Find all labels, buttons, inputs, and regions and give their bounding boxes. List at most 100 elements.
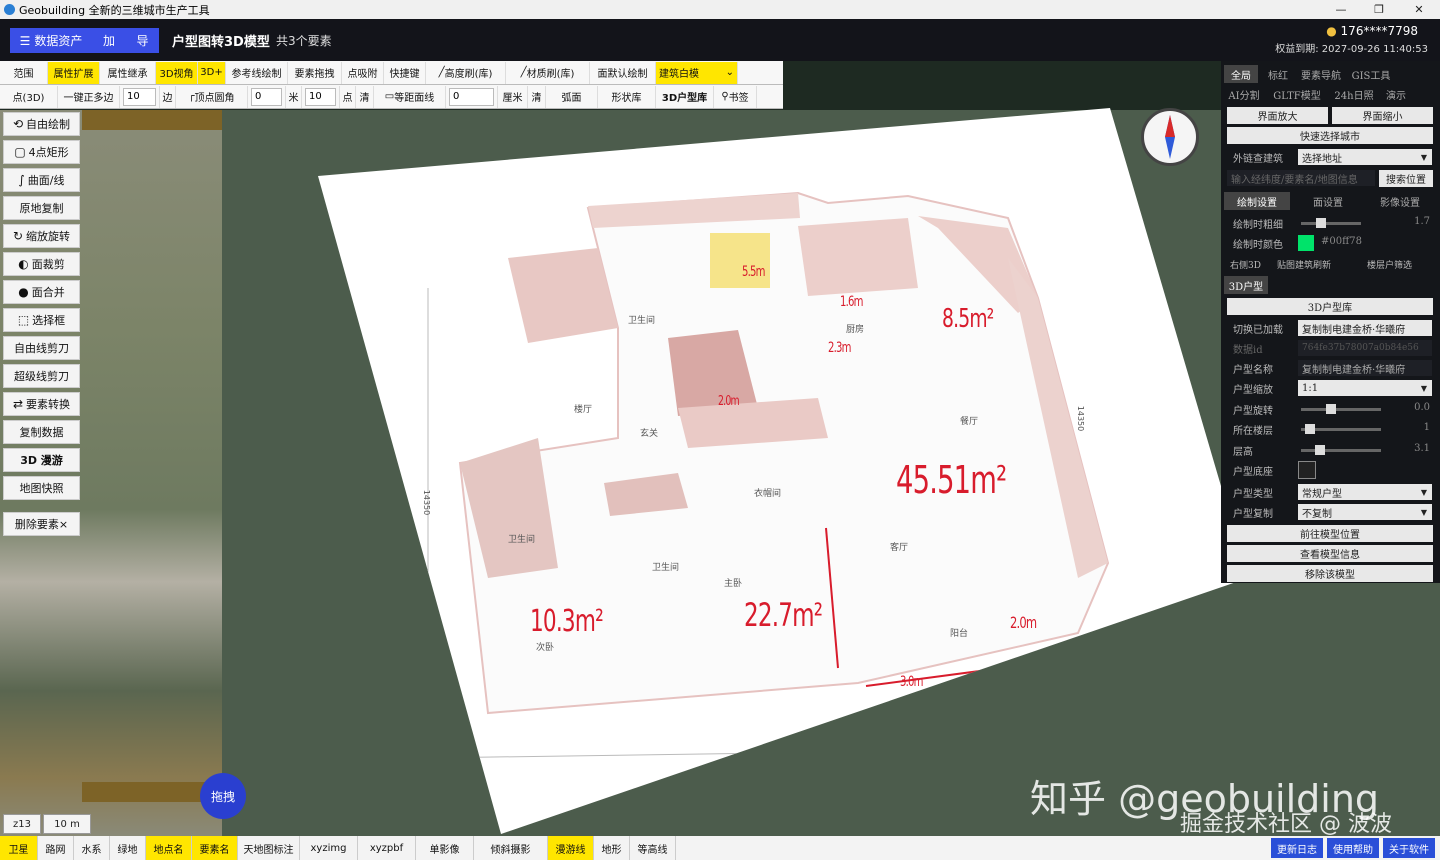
layer-place-names[interactable]: 地点名 (146, 836, 192, 860)
layer-oblique[interactable]: 倾斜摄影 (474, 836, 548, 860)
tool-3d-view[interactable]: 3D视角 (156, 61, 198, 84)
layer-roam-line[interactable]: 漫游线 (548, 836, 594, 860)
building-type-select[interactable]: 建筑白模 ⌄ (656, 61, 738, 84)
goto-model-button[interactable]: 前往模型位置 (1227, 525, 1433, 542)
layer-single-image[interactable]: 单影像 (416, 836, 474, 860)
tool-face-merge[interactable]: ● 面合并 (3, 280, 80, 304)
help-button[interactable]: 使用帮助 (1327, 838, 1379, 858)
height-slider[interactable] (1301, 445, 1381, 455)
add-button[interactable]: 加 (92, 28, 126, 53)
quick-city-button[interactable]: 快速选择城市 (1227, 127, 1433, 144)
tool-snapshot[interactable]: 地图快照 (3, 476, 80, 500)
thickness-knob[interactable] (1316, 218, 1326, 228)
height-knob[interactable] (1315, 445, 1325, 455)
tool-guideline[interactable]: 参考线绘制 (226, 61, 288, 84)
tool-copy-data[interactable]: 复制数据 (3, 420, 80, 444)
rotate-slider[interactable] (1301, 404, 1381, 414)
tool-vertex-round[interactable]: ┌ 顶点圆角 (176, 85, 248, 108)
tool-arc[interactable]: 弧面 (546, 85, 598, 108)
tool-delete-feature[interactable]: 删除要素× (3, 512, 80, 536)
tool-4pt-rect[interactable]: ▢ 4点矩形 (3, 140, 80, 164)
tool-point-3d[interactable]: 点(3D) (0, 85, 58, 108)
tool-material-brush[interactable]: ╱ 材质刷(库) (506, 61, 590, 84)
equidistant-input[interactable] (446, 85, 498, 108)
tab-gltf[interactable]: GLTF模型 (1267, 85, 1327, 103)
tool-snap[interactable]: 点吸附 (342, 61, 384, 84)
scale-select[interactable]: 1:1 ▼ (1298, 380, 1432, 396)
layer-roads[interactable]: 路网 (38, 836, 74, 860)
snap-field[interactable] (305, 87, 336, 106)
polygon-sides-input[interactable] (120, 85, 160, 108)
layer-water[interactable]: 水系 (74, 836, 110, 860)
tool-attr-inherit[interactable]: 属性继承 (100, 61, 156, 84)
clear2-button[interactable]: 清 (528, 85, 546, 108)
tool-drag[interactable]: 要素拖拽 (288, 61, 342, 84)
minimize-button[interactable]: — (1322, 0, 1360, 19)
drag-button[interactable]: 拖拽 (200, 773, 246, 819)
tool-free-draw[interactable]: ⟲ 自由绘制 (3, 112, 80, 136)
search-location-button[interactable]: 搜索位置 (1379, 170, 1433, 187)
unit-library-button[interactable]: 3D户型库 (1227, 298, 1433, 315)
data-assets-button[interactable]: ☰ 数据资产 (10, 28, 92, 53)
tab-image-settings[interactable]: 影像设置 (1367, 192, 1433, 210)
color-swatch[interactable] (1298, 235, 1314, 251)
tab-gis-tools[interactable]: GIS工具 (1347, 65, 1395, 83)
layer-xyzpbf[interactable]: xyzpbf (358, 836, 416, 860)
layer-tianditu[interactable]: 天地图标注 (238, 836, 300, 860)
export-button[interactable]: 导 (126, 28, 159, 53)
ui-zoom-out-button[interactable]: 界面缩小 (1332, 107, 1433, 124)
tool-copy-in-place[interactable]: 原地复制 (3, 196, 80, 220)
clear-button[interactable]: 清 (356, 85, 374, 108)
layer-terrain[interactable]: 地形 (594, 836, 630, 860)
compass[interactable] (1141, 108, 1199, 166)
about-button[interactable]: 关于软件 (1383, 838, 1435, 858)
floor-slider[interactable] (1301, 424, 1381, 434)
link-refresh-texture[interactable]: 贴图建筑刷新 (1277, 258, 1331, 271)
tool-convert[interactable]: ⇄ 要素转换 (3, 392, 80, 416)
layer-green[interactable]: 绿地 (110, 836, 146, 860)
thickness-slider[interactable] (1301, 218, 1361, 228)
tab-mark-red[interactable]: 标红 (1261, 65, 1295, 83)
bookmark-button[interactable]: ⚲ 书签 (714, 85, 757, 108)
model-info-button[interactable]: 查看模型信息 (1227, 545, 1433, 562)
tool-shortcut[interactable]: 快捷键 (384, 61, 426, 84)
layer-satellite[interactable]: 卫星 (0, 836, 38, 860)
tool-super-scissors[interactable]: 超级线剪刀 (3, 364, 80, 388)
tab-draw-settings[interactable]: 绘制设置 (1224, 192, 1290, 210)
link-right-3d[interactable]: 右侧3D (1230, 258, 1261, 271)
type-select[interactable]: 常规户型 ▼ (1298, 484, 1432, 500)
snap-distance-input[interactable] (302, 85, 340, 108)
link-address-select[interactable]: 选择地址 ▼ (1298, 149, 1432, 165)
restore-button[interactable]: ❐ (1360, 0, 1398, 19)
tool-height-brush[interactable]: ╱ 高度刷(库) (426, 61, 506, 84)
sides-field[interactable] (123, 87, 156, 106)
corner-field[interactable] (251, 87, 282, 106)
changelog-button[interactable]: 更新日志 (1271, 838, 1323, 858)
tool-default-draw[interactable]: 面默认绘制 (590, 61, 656, 84)
tab-demo[interactable]: 演示 (1381, 85, 1411, 103)
unit-library-button[interactable]: 3D户型库 (656, 85, 714, 108)
close-button[interactable]: ✕ (1400, 0, 1438, 19)
tab-ai-seg[interactable]: AI分割 (1224, 85, 1264, 103)
search-input[interactable]: 输入经纬度/要素名/地图信息 (1227, 170, 1375, 186)
section-3d-unit[interactable]: 3D户型 (1224, 276, 1268, 294)
layer-xyzimg[interactable]: xyzimg (300, 836, 358, 860)
base-swatch[interactable] (1298, 461, 1316, 479)
tool-face-cut[interactable]: ◐ 面裁剪 (3, 252, 80, 276)
tool-range[interactable]: 范围 (0, 61, 48, 84)
link-floor-filter[interactable]: 楼层户筛选 (1367, 258, 1412, 271)
tool-equidistant[interactable]: ▭ 等距面线 (374, 85, 446, 108)
equidistant-field[interactable] (449, 87, 494, 106)
tool-3d-roam[interactable]: 3D 漫游 (3, 448, 80, 472)
floor-knob[interactable] (1304, 424, 1315, 434)
user-account[interactable]: ● 176****7798 (1326, 24, 1418, 38)
tool-free-scissors[interactable]: 自由线剪刀 (3, 336, 80, 360)
tab-sunlight[interactable]: 24h日照 (1329, 85, 1379, 103)
rotate-knob[interactable] (1325, 404, 1336, 414)
tab-face-settings[interactable]: 面设置 (1295, 192, 1361, 210)
copy-select[interactable]: 不复制 ▼ (1298, 504, 1432, 520)
tool-3d-plus[interactable]: 3D+ (198, 61, 226, 84)
tool-curve[interactable]: ∫ 曲面/线 (3, 168, 80, 192)
tab-feature-nav[interactable]: 要素导航 (1297, 65, 1345, 83)
layer-contours[interactable]: 等高线 (630, 836, 676, 860)
